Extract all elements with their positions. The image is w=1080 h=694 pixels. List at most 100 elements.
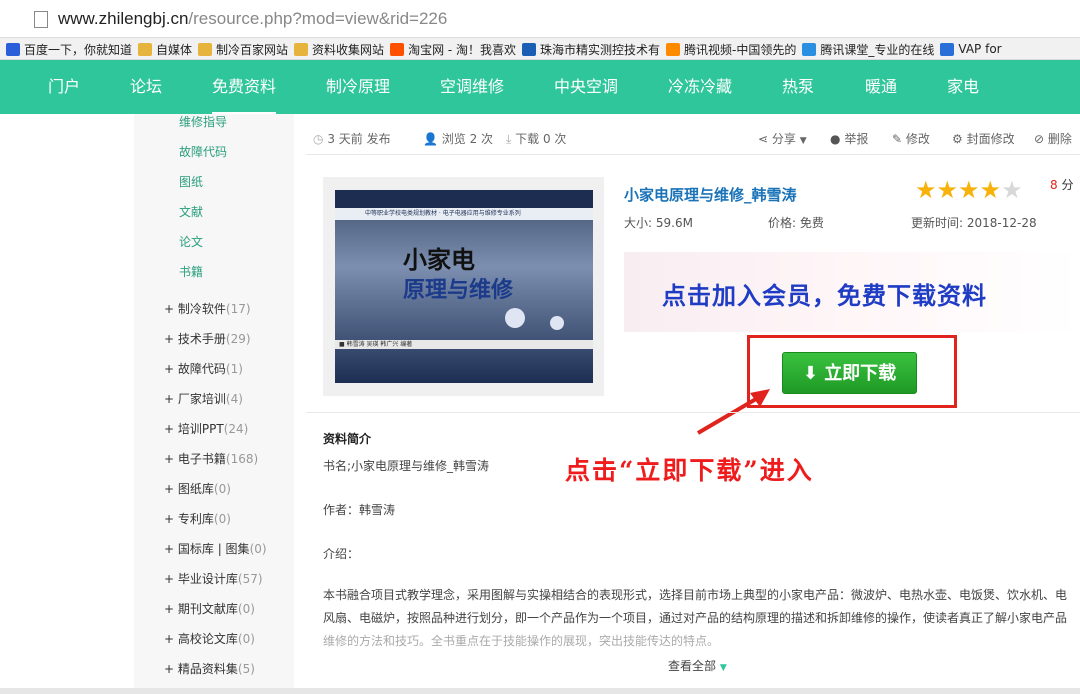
alert-icon: ● bbox=[830, 132, 841, 146]
sidebar-category[interactable]: + 期刊文献库(0) bbox=[164, 600, 255, 617]
nav-item[interactable]: 家电 bbox=[947, 60, 979, 114]
category-count: (0) bbox=[237, 602, 255, 616]
description-line: 风扇、电磁炉，按照品种进行划分，即一个产品作为一个项目，通过对产品的结构原理的描… bbox=[323, 611, 1068, 625]
taobao-icon bbox=[390, 42, 405, 56]
download-count: ⤓ 下载 0 次 bbox=[506, 132, 567, 146]
nav-item[interactable]: 论坛 bbox=[130, 60, 162, 114]
user-icon: 👤 bbox=[423, 132, 438, 146]
bookmark-item[interactable]: 百度一下，你就知道 bbox=[6, 38, 132, 59]
delete-button[interactable]: ⊘ 删除 bbox=[1034, 130, 1072, 147]
cover-series: 中等职业学校电类规划教材 · 电子电器应用与维修专业系列 bbox=[335, 208, 593, 220]
description-line: 本书融合项目式教学理念，采用图解与实操相结合的表现形式，选择目前市场上典型的小家… bbox=[323, 588, 1068, 602]
edit-button[interactable]: ✎ 修改 bbox=[892, 130, 930, 147]
page-icon bbox=[34, 11, 48, 28]
nav-item[interactable]: 免费资料 bbox=[212, 60, 277, 114]
plus-icon: + bbox=[164, 572, 178, 586]
bookmark-item[interactable]: 制冷百家网站 bbox=[198, 38, 288, 59]
nav-item[interactable]: 空调维修 bbox=[440, 60, 504, 114]
sidebar-subitem[interactable]: 图纸 bbox=[179, 173, 203, 190]
resource-title[interactable]: 小家电原理与维修_韩雪涛 bbox=[624, 184, 797, 205]
sidebar-category[interactable]: + 电子书籍(168) bbox=[164, 450, 258, 467]
bookmark-label: 淘宝网 - 淘！我喜欢 bbox=[408, 42, 517, 57]
category-label: 故障代码 bbox=[177, 362, 226, 376]
category-count: (57) bbox=[237, 572, 263, 586]
share-button[interactable]: ⋖ 分享 ▼ bbox=[758, 130, 807, 147]
sidebar-subitem[interactable]: 维修指导 bbox=[179, 113, 227, 130]
nav-item[interactable]: 制冷原理 bbox=[326, 60, 390, 114]
sidebar-category[interactable]: + 技术手册(29) bbox=[164, 330, 251, 347]
sidebar-category[interactable]: + 故障代码(1) bbox=[164, 360, 243, 377]
bookmark-item[interactable]: 资料收集网站 bbox=[294, 38, 385, 59]
price: 价格: 免费 bbox=[768, 216, 824, 230]
star-icon: ★ bbox=[1001, 176, 1023, 204]
divider bbox=[306, 154, 1080, 155]
download-small-icon: ⤓ bbox=[506, 132, 512, 146]
sidebar-subitem[interactable]: 故障代码 bbox=[179, 143, 227, 160]
category-count: (4) bbox=[225, 392, 243, 406]
sidebar-category[interactable]: + 厂家培训(4) bbox=[164, 390, 243, 407]
nav-item[interactable]: 冷冻冷藏 bbox=[668, 60, 732, 114]
category-label: 培训PPT bbox=[177, 422, 224, 436]
diamond-icon bbox=[802, 42, 817, 56]
sidebar-category[interactable]: + 国标库 | 图集(0) bbox=[164, 540, 267, 557]
logo-icon bbox=[522, 42, 537, 56]
plus-icon: + bbox=[164, 302, 178, 316]
download-icon: ⬇ bbox=[802, 363, 818, 384]
nav-item[interactable]: 中央空调 bbox=[554, 60, 618, 114]
cover-edit-button[interactable]: ⚙ 封面修改 bbox=[952, 130, 1015, 147]
sidebar-category[interactable]: + 制冷软件(17) bbox=[164, 300, 251, 317]
sidebar-subitem[interactable]: 论文 bbox=[179, 233, 203, 250]
download-button[interactable]: ⬇ 立即下载 bbox=[782, 352, 917, 394]
bookmark-item[interactable]: 腾讯视频-中国领先的 bbox=[666, 38, 796, 59]
divider bbox=[306, 412, 1080, 413]
address-bar[interactable]: www.zhilengbj.cn/resource.php?mod=view&r… bbox=[0, 0, 1080, 38]
sidebar-category[interactable]: + 图纸库(0) bbox=[164, 480, 231, 497]
star-icon: ★ bbox=[958, 176, 980, 204]
book-cover-frame: 中等职业学校电类规划教材 · 电子电器应用与维修专业系列 小家电 原理与维修 ■… bbox=[323, 177, 604, 396]
category-label: 高校论文库 bbox=[177, 632, 238, 646]
sidebar-category[interactable]: + 专利库(0) bbox=[164, 510, 231, 527]
bookmark-item[interactable]: 淘宝网 - 淘！我喜欢 bbox=[390, 38, 517, 59]
show-all-link[interactable]: 查看全部 ▼ bbox=[668, 657, 727, 674]
nav-item[interactable]: 暖通 bbox=[865, 60, 897, 114]
report-button[interactable]: ● 举报 bbox=[830, 130, 868, 147]
plus-icon: + bbox=[164, 482, 178, 496]
sidebar-category[interactable]: + 高校论文库(0) bbox=[164, 630, 255, 647]
author: 作者：韩雪涛 bbox=[323, 503, 396, 517]
nav-item[interactable]: 热泵 bbox=[782, 60, 814, 114]
folder-icon bbox=[198, 42, 213, 56]
cover-title-line2: 原理与维修 bbox=[403, 277, 514, 303]
bookmark-label: 腾讯课堂_专业的在线 bbox=[820, 42, 935, 57]
bookmark-item[interactable]: 珠海市精实测控技术有 bbox=[522, 38, 660, 59]
category-count: (29) bbox=[225, 332, 251, 346]
plus-icon: + bbox=[164, 362, 178, 376]
category-count: (168) bbox=[225, 452, 259, 466]
sidebar-subitem[interactable]: 文献 bbox=[179, 203, 203, 220]
category-count: (0) bbox=[249, 542, 267, 556]
bookmark-label: 资料收集网站 bbox=[312, 42, 385, 57]
folder-icon bbox=[294, 42, 309, 56]
sidebar-subitem[interactable]: 书籍 bbox=[179, 263, 203, 280]
bookmark-item[interactable]: 自媒体 bbox=[138, 38, 193, 59]
plus-icon: + bbox=[164, 452, 178, 466]
category-count: (5) bbox=[237, 662, 255, 676]
bookmark-item[interactable]: VAP for bbox=[940, 38, 1002, 59]
bookmark-label: 自媒体 bbox=[156, 42, 193, 57]
sidebar-category[interactable]: + 培训PPT(24) bbox=[164, 420, 248, 437]
bottom-scrollbar[interactable] bbox=[0, 688, 1080, 694]
url-text[interactable]: www.zhilengbj.cn/resource.php?mod=view&r… bbox=[58, 9, 447, 29]
rating-stars: ★★★★★ bbox=[915, 178, 1023, 202]
plus-icon: + bbox=[164, 512, 178, 526]
sidebar-category[interactable]: + 毕业设计库(57) bbox=[164, 570, 263, 587]
sidebar-category[interactable]: + 精品资料集(5) bbox=[164, 660, 255, 677]
description-text: 本书融合项目式教学理念，采用图解与实操相结合的表现形式，选择目前市场上典型的小家… bbox=[323, 584, 1073, 653]
plus-icon: + bbox=[164, 542, 178, 556]
star-icon: ★ bbox=[915, 176, 937, 204]
nav-item[interactable]: 门户 bbox=[48, 60, 80, 114]
clock-icon: ◷ bbox=[313, 132, 324, 146]
category-count: (1) bbox=[225, 362, 243, 376]
bookmark-item[interactable]: 腾讯课堂_专业的在线 bbox=[802, 38, 935, 59]
snowflake-icon bbox=[940, 42, 955, 56]
membership-banner[interactable]: 点击加入会员，免费下载资料 bbox=[624, 252, 1080, 332]
cover-planet bbox=[550, 316, 564, 330]
